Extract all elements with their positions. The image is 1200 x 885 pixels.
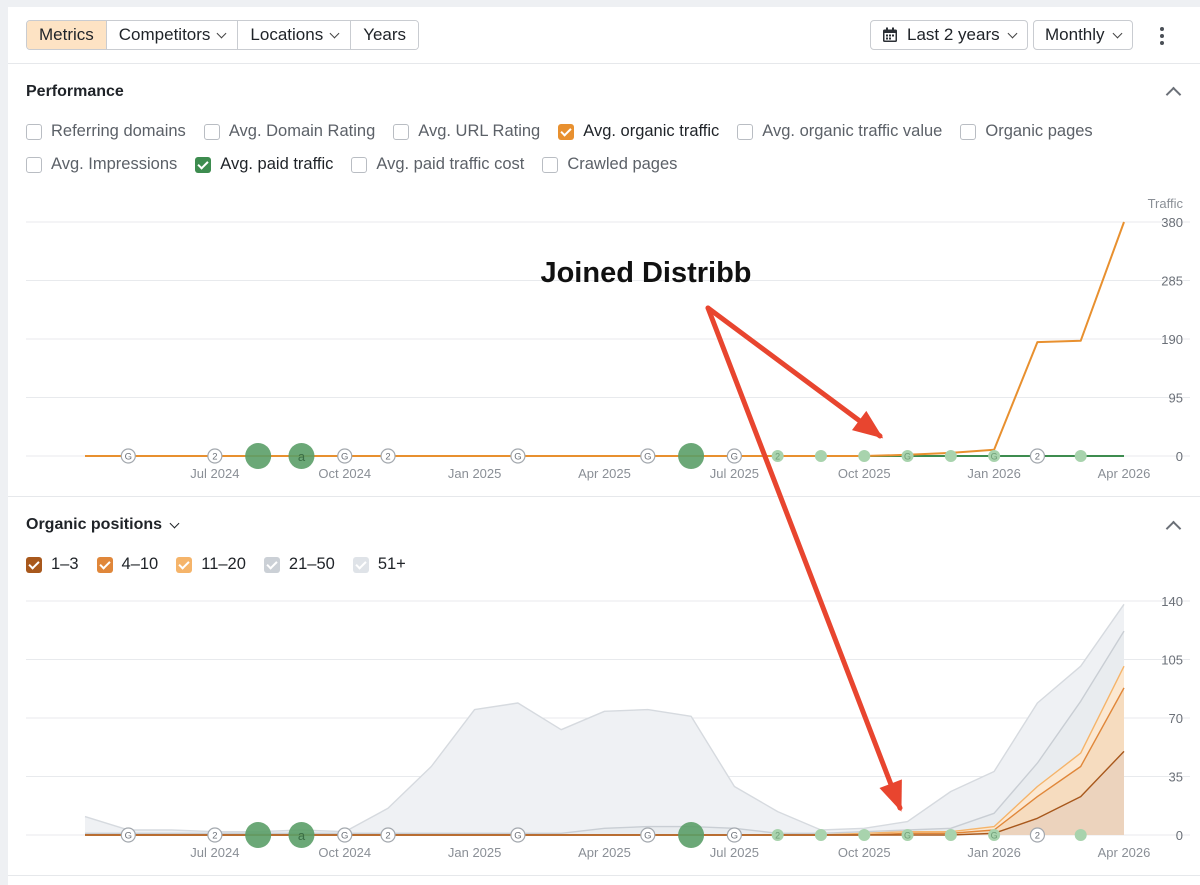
event-marker-small — [944, 450, 957, 462]
event-marker-small — [944, 829, 957, 841]
y-tick-label: 0 — [1176, 449, 1183, 464]
x-tick-label: Apr 2026 — [1098, 466, 1151, 481]
x-tick-label: Jan 2026 — [967, 466, 1021, 481]
x-tick-label: Jul 2024 — [190, 845, 239, 860]
event-marker-label: 2 — [1035, 452, 1040, 463]
area-pos-51-plus — [85, 604, 1124, 834]
event-marker-label: G — [125, 831, 132, 842]
event-marker-label: a — [298, 828, 306, 843]
x-tick-label: Apr 2025 — [578, 845, 631, 860]
x-tick-label: Oct 2025 — [838, 845, 891, 860]
y-tick-label: 95 — [1169, 391, 1183, 406]
traffic-chart: 0 95 190 285 380 Traffic Jul 2024 Oct 2024 Jan 2… — [26, 196, 1190, 481]
y-tick-label: 0 — [1176, 828, 1183, 843]
event-marker-big — [678, 443, 705, 469]
event-marker-label: 2 — [385, 831, 390, 842]
y-tick-label: 285 — [1161, 274, 1183, 289]
event-marker-label: 2 — [775, 831, 780, 841]
annotation-arrow-positions — [705, 305, 903, 811]
x-tick-label: Oct 2024 — [318, 466, 371, 481]
event-marker-label: G — [514, 831, 521, 842]
x-tick-label: Oct 2025 — [838, 466, 891, 481]
event-marker-label: 2 — [385, 452, 390, 463]
event-marker-label: G — [731, 831, 738, 842]
event-marker-label: G — [991, 831, 998, 841]
event-marker-big — [245, 443, 272, 469]
y-tick-label: 190 — [1161, 332, 1183, 347]
event-marker-label: G — [991, 452, 998, 462]
event-marker-label: G — [731, 452, 738, 463]
event-marker-label: 2 — [1035, 831, 1040, 842]
event-marker-small — [1074, 450, 1087, 462]
x-tick-label: Jan 2025 — [448, 466, 502, 481]
y-tick-label: 380 — [1161, 215, 1183, 230]
event-marker-label: G — [514, 452, 521, 463]
event-marker-label: 2 — [775, 452, 780, 462]
x-tick-label: Jul 2024 — [190, 466, 239, 481]
organic-positions-chart: 0 35 70 105 140 Jul 2024 Oct 2024 Jan 2025 Apr 2… — [26, 594, 1190, 860]
event-marker-label: G — [644, 831, 651, 842]
event-marker-small — [1074, 829, 1087, 841]
x-tick-label: Jan 2026 — [967, 845, 1021, 860]
y-tick-label: 70 — [1169, 711, 1183, 726]
y-tick-label: 35 — [1169, 770, 1183, 785]
annotation-text: Joined Distribb — [540, 257, 751, 289]
charts-canvas: 0 95 190 285 380 Traffic Jul 2024 Oct 2024 Jan 2… — [26, 196, 1190, 860]
x-tick-label: Jan 2025 — [448, 845, 502, 860]
event-marker-label: G — [341, 831, 348, 842]
event-marker-big — [678, 822, 705, 848]
event-marker-label: 2 — [212, 452, 217, 463]
event-marker-label: G — [904, 831, 911, 841]
event-marker-big — [245, 822, 272, 848]
event-marker-small — [814, 450, 827, 462]
y-axis-label: Traffic — [1148, 196, 1184, 211]
event-marker-small — [858, 829, 871, 841]
event-marker-label: a — [298, 449, 306, 464]
event-marker-label: G — [125, 452, 132, 463]
event-marker-small — [858, 450, 871, 462]
event-marker-label: G — [341, 452, 348, 463]
y-tick-label: 105 — [1161, 653, 1183, 668]
x-tick-label: Jul 2025 — [710, 845, 759, 860]
x-tick-label: Oct 2024 — [318, 845, 371, 860]
event-marker-label: G — [904, 452, 911, 462]
event-marker-small — [814, 829, 827, 841]
x-tick-label: Apr 2025 — [578, 466, 631, 481]
event-marker-label: 2 — [212, 831, 217, 842]
annotation-arrow-traffic-head — [851, 410, 884, 439]
x-tick-label: Apr 2026 — [1098, 845, 1151, 860]
x-tick-label: Jul 2025 — [710, 466, 759, 481]
annotation-arrow-positions-head — [879, 779, 902, 812]
event-marker-label: G — [644, 452, 651, 463]
y-tick-label: 140 — [1161, 594, 1183, 609]
